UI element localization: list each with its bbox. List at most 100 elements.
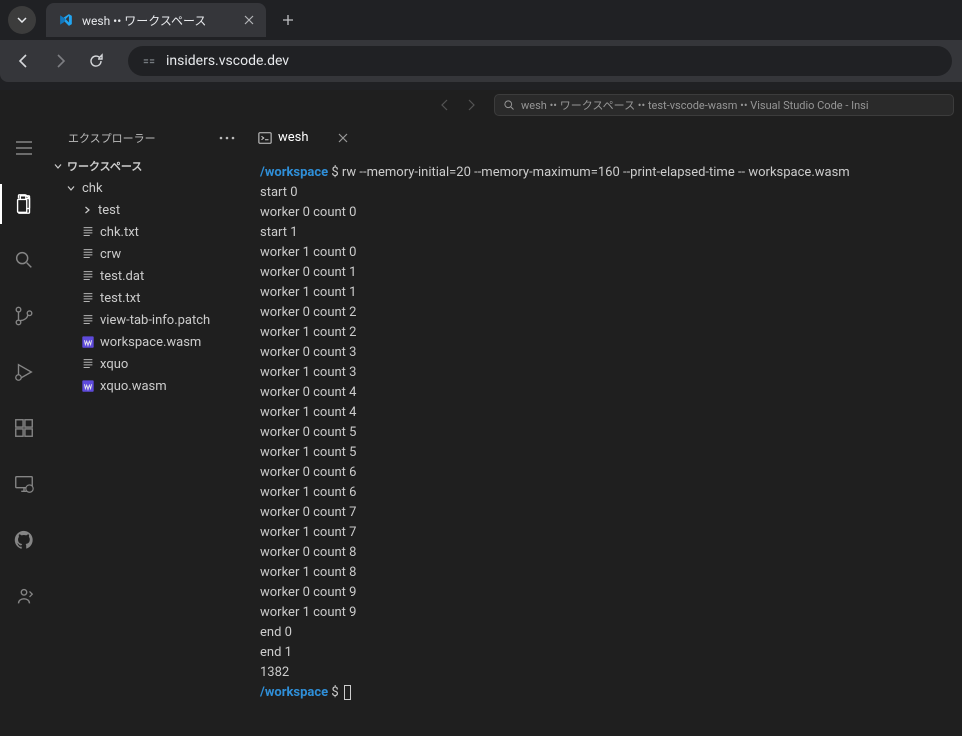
terminal-output-line: end 0 [260, 623, 950, 643]
tree-file[interactable]: workspace.wasm [48, 331, 247, 353]
activity-remote-explorer[interactable] [0, 464, 48, 504]
terminal-line: /workspace $ [260, 683, 950, 703]
chevron-right-icon [80, 204, 94, 216]
main-layout: エクスプローラー ワークスペース chk test chk.txt crw test.d… [0, 120, 962, 736]
terminal-output-line: worker 0 count 3 [260, 343, 950, 363]
text-file-icon [80, 357, 96, 371]
activity-extensions[interactable] [0, 408, 48, 448]
terminal-output-line: worker 1 count 6 [260, 483, 950, 503]
editor-tab-wesh[interactable]: wesh [248, 120, 358, 154]
editor-tab-bar: wesh [248, 120, 962, 155]
terminal-output-line: worker 0 count 4 [260, 383, 950, 403]
terminal-output-line: worker 1 count 0 [260, 243, 950, 263]
tree-item-label: xquo [100, 357, 128, 372]
tree-item-label: test [98, 203, 120, 218]
terminal-output-line: worker 1 count 1 [260, 283, 950, 303]
activity-search[interactable] [0, 240, 48, 280]
search-icon [503, 99, 515, 111]
activity-explorer[interactable] [0, 184, 48, 224]
wasm-file-icon [80, 379, 96, 393]
terminal-output-line: worker 0 count 8 [260, 543, 950, 563]
terminal-output-line: worker 1 count 2 [260, 323, 950, 343]
close-icon[interactable] [338, 133, 348, 143]
terminal-icon [258, 131, 272, 145]
browser-tab-active[interactable]: wesh •• ワークスペース [46, 3, 266, 37]
tree-file[interactable]: view-tab-info.patch [48, 309, 247, 331]
terminal-output-line: worker 1 count 7 [260, 523, 950, 543]
terminal-output-line: worker 0 count 5 [260, 423, 950, 443]
address-bar[interactable]: insiders.vscode.dev [128, 46, 952, 76]
url-text: insiders.vscode.dev [166, 53, 289, 69]
explorer-sidebar: エクスプローラー ワークスペース chk test chk.txt crw test.d… [48, 120, 248, 736]
vscode-favicon [58, 12, 74, 28]
editor-tab-label: wesh [278, 130, 309, 145]
tree-item-label: workspace.wasm [100, 335, 201, 350]
browser-tab-title: wesh •• ワークスペース [82, 12, 206, 29]
tree-item-label: test.txt [100, 291, 141, 306]
editor-area: wesh /workspace $ rw --memory-initial=20… [248, 120, 962, 736]
terminal-output-line: worker 0 count 2 [260, 303, 950, 323]
activity-run-debug[interactable] [0, 352, 48, 392]
chevron-down-icon [64, 182, 78, 194]
command-center-text: wesh •• ワークスペース •• test-vscode-wasm •• V… [521, 97, 869, 113]
browser-chrome: wesh •• ワークスペース insiders.vscode.dev [0, 0, 962, 90]
terminal-output-line: worker 0 count 6 [260, 463, 950, 483]
terminal-output-line: start 0 [260, 183, 950, 203]
terminal-command: rw --memory-initial=20 --memory-maximum=… [342, 165, 850, 180]
browser-toolbar: insiders.vscode.dev [0, 40, 962, 82]
terminal-line: /workspace $ rw --memory-initial=20 --me… [260, 163, 950, 183]
terminal-output-line: 1382 [260, 663, 950, 683]
reload-button[interactable] [82, 47, 110, 75]
terminal-output-line: worker 0 count 1 [260, 263, 950, 283]
terminal-output-line: worker 1 count 4 [260, 403, 950, 423]
tab-search-button[interactable] [8, 6, 36, 34]
explorer-header: エクスプローラー [48, 120, 247, 155]
tree-item-label: crw [100, 247, 121, 262]
activity-bar [0, 120, 48, 736]
activity-github[interactable] [0, 520, 48, 560]
activity-source-control[interactable] [0, 296, 48, 336]
titlebar-back-icon[interactable] [438, 98, 452, 112]
terminal-prompt-path: /workspace [260, 165, 328, 180]
text-file-icon [80, 291, 96, 305]
text-file-icon [80, 225, 96, 239]
explorer-title: エクスプローラー [68, 130, 156, 146]
tree-file[interactable]: crw [48, 243, 247, 265]
more-actions-icon[interactable] [219, 136, 235, 140]
activity-live-share[interactable] [0, 576, 48, 616]
terminal-output-line: worker 0 count 7 [260, 503, 950, 523]
command-center-search[interactable]: wesh •• ワークスペース •• test-vscode-wasm •• V… [494, 94, 954, 116]
tree-file[interactable]: chk.txt [48, 221, 247, 243]
tree-file[interactable]: test.txt [48, 287, 247, 309]
terminal-output-line: worker 1 count 8 [260, 563, 950, 583]
forward-button[interactable] [46, 47, 74, 75]
close-icon[interactable] [244, 15, 254, 25]
terminal-output-line: worker 1 count 9 [260, 603, 950, 623]
terminal-output-line: worker 0 count 0 [260, 203, 950, 223]
text-file-icon [80, 247, 96, 261]
tree-file[interactable]: test.dat [48, 265, 247, 287]
workspace-section-header[interactable]: ワークスペース [48, 155, 247, 177]
titlebar-forward-icon[interactable] [464, 98, 478, 112]
tree-file[interactable]: xquo.wasm [48, 375, 247, 397]
browser-tab-strip: wesh •• ワークスペース [0, 0, 962, 40]
tree-folder[interactable]: chk [48, 177, 247, 199]
terminal-output-line: worker 0 count 9 [260, 583, 950, 603]
back-button[interactable] [10, 47, 38, 75]
site-info-icon[interactable] [142, 54, 156, 68]
tree-item-label: chk [82, 181, 103, 196]
terminal-cursor [344, 685, 351, 700]
activity-menu[interactable] [0, 128, 48, 168]
new-tab-button[interactable] [274, 6, 302, 34]
vscode-titlebar: wesh •• ワークスペース •• test-vscode-wasm •• V… [0, 90, 962, 120]
tree-item-label: test.dat [100, 269, 144, 284]
tree-item-label: chk.txt [100, 225, 139, 240]
tree-file[interactable]: xquo [48, 353, 247, 375]
wasm-file-icon [80, 335, 96, 349]
terminal-prompt-path: /workspace [260, 685, 328, 700]
text-file-icon [80, 269, 96, 283]
chevron-down-icon [52, 160, 64, 172]
tree-item-label: xquo.wasm [100, 379, 167, 394]
terminal-panel[interactable]: /workspace $ rw --memory-initial=20 --me… [248, 155, 962, 736]
tree-folder[interactable]: test [48, 199, 247, 221]
